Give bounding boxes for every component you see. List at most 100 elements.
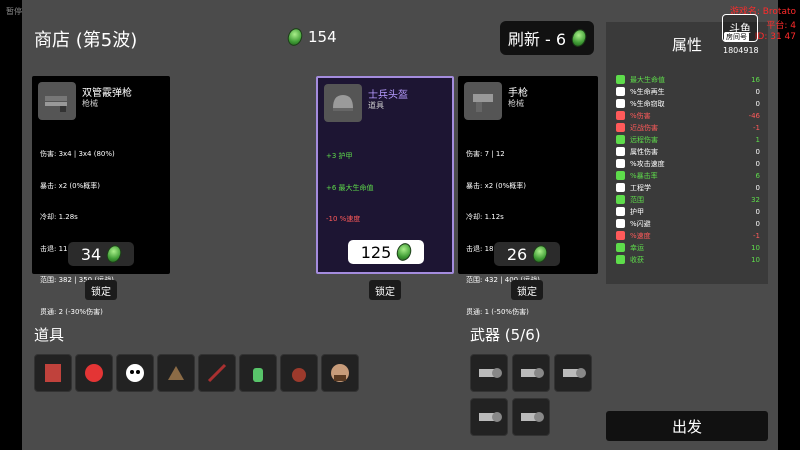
buy-button[interactable]: 125	[348, 240, 424, 264]
letterbox-left: 暂停	[0, 0, 22, 450]
money-display: 154	[285, 26, 337, 48]
attribute-name: 收获	[630, 255, 644, 264]
attribute-icon	[616, 183, 625, 192]
refresh-button[interactable]: 刷新 - 6	[500, 21, 594, 55]
attribute-name: 远程伤害	[630, 135, 658, 144]
attribute-row: 范围 32	[616, 194, 760, 205]
weapon-slot[interactable]	[554, 354, 592, 392]
attribute-icon	[616, 231, 625, 240]
price-value: 26	[506, 244, 528, 264]
attribute-value: -1	[753, 231, 760, 240]
attribute-value: 6	[755, 171, 760, 180]
attribute-value: 0	[755, 219, 760, 228]
item-name: 双管霰弹枪	[82, 88, 132, 99]
attribute-name: %伤害	[630, 111, 651, 120]
stat-line: 冷却: 1.12s	[466, 213, 504, 221]
item-slot[interactable]	[198, 354, 236, 392]
items-label: 道具	[34, 326, 65, 344]
overlay-platform: 平台: 4	[766, 21, 796, 31]
attribute-row: %速度 -1	[616, 230, 760, 241]
item-slot[interactable]	[280, 354, 318, 392]
item-type: 枪械	[82, 99, 98, 108]
attribute-row: 属性伤害 0	[616, 146, 760, 157]
pistol-icon	[464, 82, 502, 120]
stat-line: 贯通: 2 (-30%伤害)	[40, 307, 103, 316]
attribute-name: 护甲	[630, 207, 644, 216]
go-button[interactable]: 出发	[606, 411, 768, 441]
attribute-name: 范围	[630, 195, 644, 204]
stat-line: 暴击: x2 (0%概率)	[40, 181, 100, 190]
item-slot[interactable]	[34, 354, 72, 392]
letterbox-right	[778, 0, 800, 450]
attribute-icon	[616, 159, 625, 168]
glove-icon	[85, 364, 103, 382]
buy-button[interactable]: 34	[68, 242, 134, 266]
item-slot[interactable]	[75, 354, 113, 392]
grenade-icon	[292, 368, 306, 382]
attribute-icon	[616, 99, 625, 108]
attribute-name: 最大生命值	[630, 75, 665, 84]
money-value: 154	[308, 28, 337, 46]
attribute-value: 0	[755, 183, 760, 192]
poop-icon	[168, 366, 184, 380]
attribute-icon	[616, 135, 625, 144]
attribute-value: 10	[751, 243, 760, 252]
material-coin-icon	[104, 243, 124, 265]
item-stats: 伤害: 3x4 | 3x4 (80%) 暴击: x2 (0%概率) 冷却: 1.…	[40, 128, 115, 338]
attribute-value: -1	[753, 123, 760, 132]
attribute-row: %生命再生 0	[616, 86, 760, 97]
attribute-name: 属性伤害	[630, 147, 658, 156]
attribute-icon	[616, 171, 625, 180]
item-slot[interactable]	[239, 354, 277, 392]
attribute-row: %生命窃取 0	[616, 98, 760, 109]
shop-card-double-barrel[interactable]: 双管霰弹枪 枪械 伤害: 3x4 | 3x4 (80%) 暴击: x2 (0%概…	[32, 76, 170, 316]
item-slot[interactable]	[157, 354, 195, 392]
lock-button[interactable]: 锁定	[369, 280, 401, 300]
item-stats: +3 护甲 +6 最大生命值 -10 %速度	[326, 130, 374, 246]
attribute-name: 幸运	[630, 243, 644, 252]
weapon-slot[interactable]	[470, 354, 508, 392]
attribute-icon	[616, 75, 625, 84]
stat-line: +6 最大生命值	[326, 183, 374, 192]
megaphone-gun-icon	[479, 412, 502, 422]
shop-title: 商店 (第5波)	[34, 30, 138, 51]
attribute-row: 近战伤害 -1	[616, 122, 760, 133]
attribute-name: 近战伤害	[630, 123, 658, 132]
lock-button[interactable]: 锁定	[85, 280, 117, 300]
item-type: 道具	[368, 101, 384, 110]
attribute-value: 32	[751, 195, 760, 204]
attribute-row: 工程学 0	[616, 182, 760, 193]
overlay-id: ID: 31 47	[754, 32, 796, 42]
item-name: 士兵头盔	[368, 90, 408, 101]
attribute-row: %伤害 -46	[616, 110, 760, 121]
weapon-slot[interactable]	[470, 398, 508, 436]
item-slot[interactable]	[116, 354, 154, 392]
pause-label[interactable]: 暂停	[6, 6, 22, 17]
attribute-row: 收获 10	[616, 254, 760, 265]
shop-card-soldier-helmet[interactable]: 士兵头盔 道具 +3 护甲 +6 最大生命值 -10 %速度 125	[316, 76, 454, 274]
attribute-row: 最大生命值 16	[616, 74, 760, 85]
item-type: 枪械	[508, 99, 524, 108]
attribute-row: %暴击率 6	[616, 170, 760, 181]
stat-line: -10 %速度	[326, 215, 361, 223]
attribute-value: 16	[751, 75, 760, 84]
attribute-name: %生命窃取	[630, 99, 665, 108]
shop-card-pistol[interactable]: 手枪 枪械 伤害: 7 | 12 暴击: x2 (0%概率) 冷却: 1.12s…	[458, 76, 598, 316]
stat-line: 伤害: 3x4 | 3x4 (80%)	[40, 150, 115, 158]
buy-button[interactable]: 26	[494, 242, 560, 266]
item-slot[interactable]	[321, 354, 359, 392]
attribute-row: 护甲 0	[616, 206, 760, 217]
lock-button[interactable]: 锁定	[511, 280, 543, 300]
attributes-panel: 属性 最大生命值 16 %生命再生 0 %生命窃取 0 %伤害 -46 近战伤害 -1 远程伤害 1 属…	[606, 22, 768, 284]
shotgun-icon	[38, 82, 76, 120]
stat-line: 伤害: 7 | 12	[466, 150, 505, 158]
attribute-icon	[616, 243, 625, 252]
material-coin-icon	[530, 243, 550, 265]
weapons-label: 武器 (5/6)	[470, 326, 541, 344]
weapon-slot[interactable]	[512, 398, 550, 436]
attribute-name: %生命再生	[630, 87, 665, 96]
weapon-slot[interactable]	[512, 354, 550, 392]
shop-screen: 商店 (第5波) 154 刷新 - 6 双管霰弹枪 枪械 伤害: 3x4 | 3…	[22, 0, 778, 450]
attribute-icon	[616, 219, 625, 228]
material-coin-icon	[285, 26, 305, 48]
